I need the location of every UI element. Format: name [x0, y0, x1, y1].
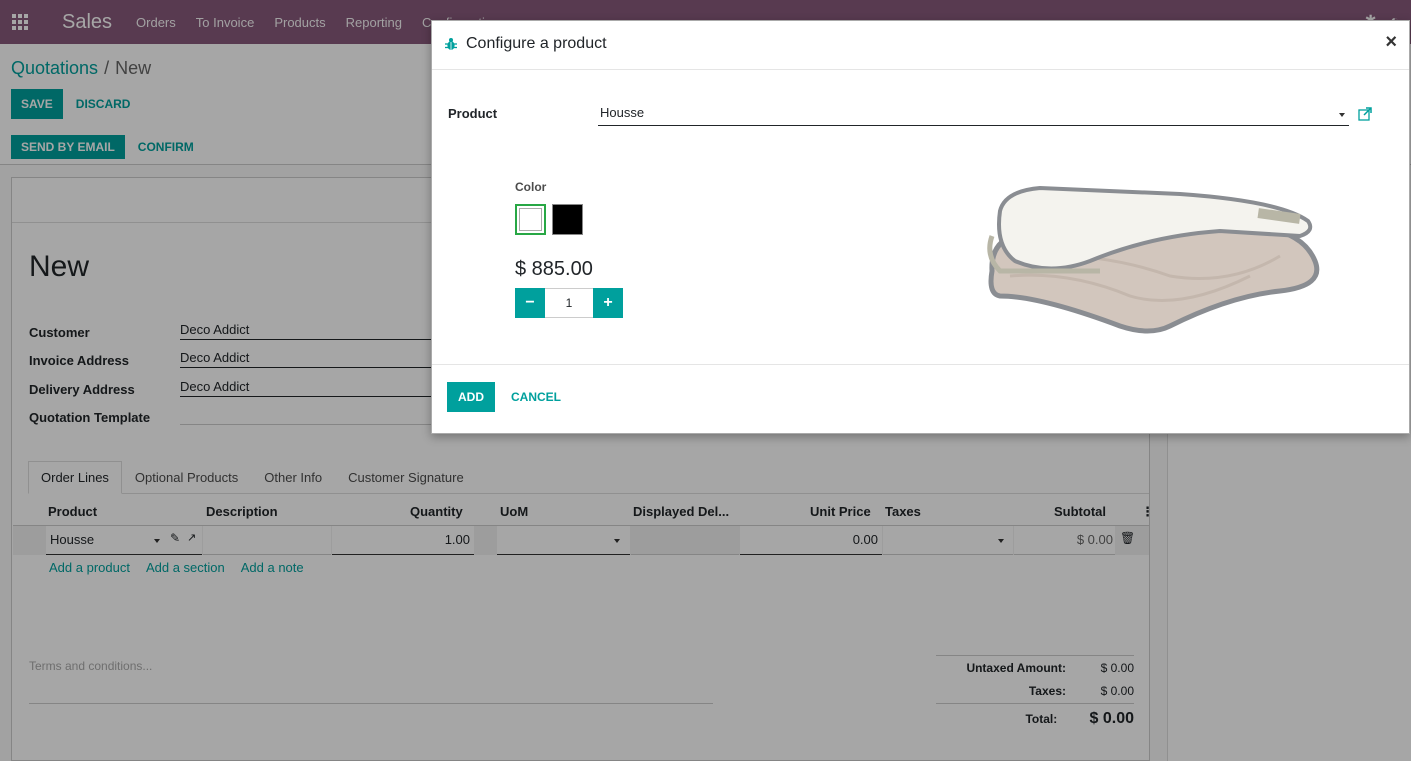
color-attribute-label: Color	[515, 180, 547, 194]
product-label: Product	[448, 106, 498, 121]
chevron-down-icon[interactable]	[1339, 113, 1345, 117]
quantity-input[interactable]: 1	[545, 288, 593, 318]
decrease-quantity-button[interactable]: −	[515, 288, 545, 318]
external-link-icon[interactable]	[1358, 107, 1372, 121]
product-image	[987, 185, 1320, 334]
add-button[interactable]: ADD	[447, 382, 495, 412]
quantity-stepper: − 1 +	[515, 288, 623, 318]
color-swatch-black[interactable]	[552, 204, 583, 235]
product-select[interactable]: Housse	[598, 105, 1349, 126]
increase-quantity-button[interactable]: +	[593, 288, 623, 318]
product-price: $ 885.00	[515, 258, 593, 280]
close-icon[interactable]: ×	[1385, 31, 1397, 54]
cancel-button[interactable]: CANCEL	[495, 382, 577, 412]
configure-product-dialog: Configure a product × Product Housse Col…	[431, 20, 1410, 434]
modal-footer: ADD CANCEL	[432, 364, 1409, 434]
bug-icon	[445, 38, 457, 50]
modal-header: Configure a product ×	[432, 21, 1409, 70]
color-swatch-white[interactable]	[515, 204, 546, 235]
modal-title: Configure a product	[466, 35, 607, 52]
